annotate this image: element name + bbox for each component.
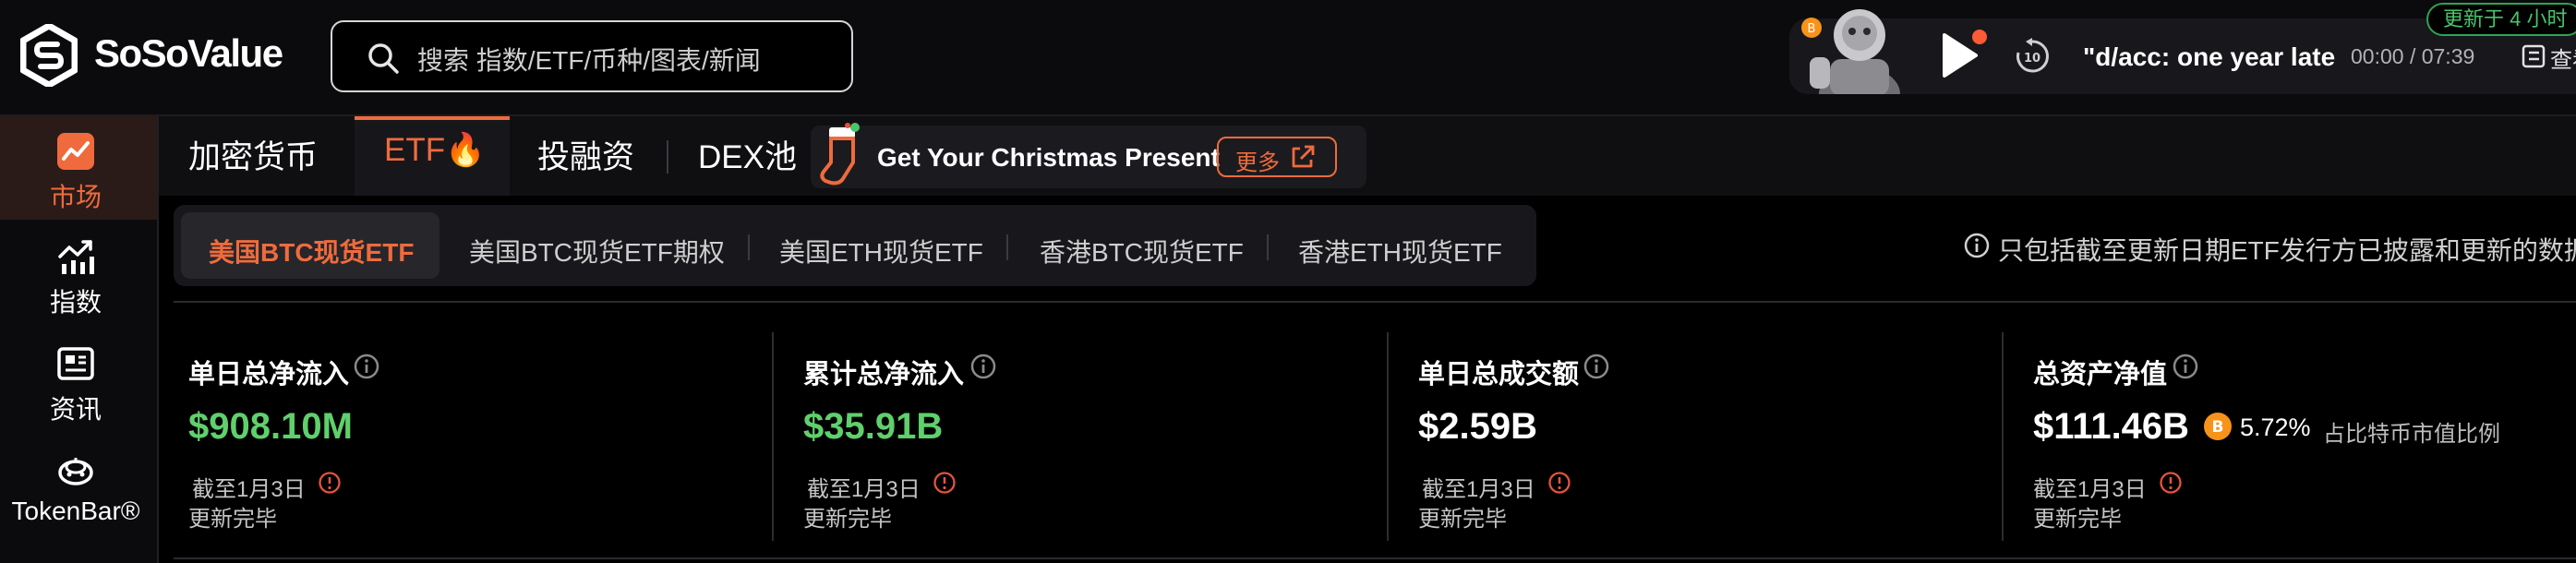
search-icon — [366, 41, 401, 76]
tokenbar-icon — [55, 450, 96, 491]
card-date: 截至1月3日 — [1422, 477, 1535, 502]
view-all-link[interactable]: 查看 — [2550, 42, 2576, 74]
card-title-total-net-assets: 总资产净值 — [2033, 360, 2168, 389]
news-icon — [55, 343, 96, 384]
more-button-label[interactable]: 更多 — [1235, 144, 1280, 176]
alert-info-icon[interactable] — [318, 471, 342, 495]
daily-total-volume-value: $2.59B — [1418, 406, 1537, 447]
subtab-us-btc-spot-etf[interactable]: 美国BTC现货ETF — [209, 233, 414, 270]
sidebar-item-market[interactable]: 市场 — [0, 116, 157, 220]
btc-market-cap-ratio: 5.72% — [2240, 413, 2311, 441]
info-icon — [1963, 232, 1991, 259]
btc-market-cap-ratio-label: 占比特币市值比例 — [2323, 422, 2500, 447]
disclosure-note: 只包括截至更新日期ETF发行方已披露和更新的数据 — [1998, 236, 2576, 265]
sidebar-item-label: 资讯 — [49, 395, 102, 424]
card-date: 截至1月3日 — [807, 477, 921, 502]
alert-info-icon[interactable] — [1547, 471, 1571, 495]
nav-divider — [667, 140, 668, 174]
subtab-hk-eth-spot-etf[interactable]: 香港ETH现货ETF — [1298, 233, 1502, 270]
alert-info-icon[interactable] — [933, 471, 957, 495]
rewind-10-icon[interactable]: 10 — [2013, 37, 2052, 76]
cumulative-net-inflow-value: $35.91B — [803, 406, 944, 447]
chart-trend-icon — [55, 131, 96, 172]
sidebar-item-label: 指数 — [49, 288, 102, 317]
card-status: 更新完毕 — [803, 507, 892, 532]
card-divider — [772, 332, 774, 541]
info-icon[interactable] — [969, 353, 997, 380]
info-icon[interactable] — [353, 353, 380, 380]
sosovalue-logo-icon[interactable] — [19, 22, 78, 89]
subtab-us-btc-spot-etf-options[interactable]: 美国BTC现货ETF期权 — [469, 233, 725, 270]
sidebar-item-news[interactable]: 资讯 — [0, 330, 157, 426]
sidebar-item-label: 市场 — [49, 183, 102, 211]
card-date: 截至1月3日 — [192, 477, 306, 502]
brand-name[interactable]: SoSoValue — [94, 31, 283, 76]
svg-text:B: B — [1808, 22, 1816, 36]
card-date: 截至1月3日 — [2033, 477, 2147, 502]
sidebar-item-tokenbar[interactable]: TokenBar® — [0, 437, 157, 533]
index-chart-icon — [55, 236, 96, 277]
search-input[interactable]: 搜索 指数/ETF/币种/图表/新闻 — [417, 41, 761, 78]
external-link-icon[interactable] — [1289, 144, 1317, 170]
search-box[interactable]: 搜索 指数/ETF/币种/图表/新闻 — [331, 20, 853, 92]
tab-etf[interactable]: ETF🔥 — [384, 131, 486, 169]
total-net-assets-value: $111.46B — [2033, 406, 2190, 447]
tab-dex-pools[interactable]: DEX池 — [698, 131, 797, 178]
card-divider — [2002, 332, 2004, 541]
list-icon[interactable] — [2521, 43, 2546, 69]
svg-text:B: B — [2212, 418, 2224, 437]
update-badge: 更新于 4 小时 — [2426, 3, 2576, 36]
podcast-title[interactable]: "d/acc: one year late — [2083, 42, 2335, 72]
live-indicator-dot — [1972, 30, 1987, 44]
section-divider — [174, 557, 2576, 559]
subtab-us-eth-spot-etf[interactable]: 美国ETH现货ETF — [779, 233, 983, 270]
card-divider — [1387, 332, 1389, 541]
sub-tab-divider — [1267, 234, 1269, 260]
card-title-cumulative-net-inflow: 累计总净流入 — [803, 360, 965, 389]
card-status: 更新完毕 — [1418, 507, 1507, 532]
main-nav — [159, 116, 2576, 196]
alert-info-icon[interactable] — [2159, 471, 2183, 495]
sub-tab-divider — [748, 234, 750, 260]
sidebar-item-label: TokenBar® — [11, 497, 140, 525]
section-divider — [174, 301, 2576, 303]
podcast-avatar: B — [1793, 2, 1911, 122]
bitcoin-icon: B — [2203, 412, 2233, 441]
card-status: 更新完毕 — [188, 507, 277, 532]
tab-crypto[interactable]: 加密货币 — [188, 131, 318, 178]
promo-text[interactable]: Get Your Christmas Present — [877, 143, 1220, 173]
podcast-time: 00:00 / 07:39 — [2351, 44, 2475, 68]
sidebar-item-index[interactable]: 指数 — [0, 225, 157, 321]
subtab-hk-btc-spot-etf[interactable]: 香港BTC现货ETF — [1040, 233, 1244, 270]
info-icon[interactable] — [1583, 353, 1610, 380]
card-title-daily-total-volume: 单日总成交额 — [1418, 360, 1580, 389]
info-icon[interactable] — [2172, 353, 2199, 380]
card-status: 更新完毕 — [2033, 507, 2122, 532]
svg-text:10: 10 — [2024, 52, 2040, 66]
daily-net-inflow-value: $908.10M — [188, 406, 353, 447]
sub-tab-divider — [1006, 234, 1008, 260]
card-title-daily-net-inflow: 单日总净流入 — [188, 360, 350, 389]
tab-funding[interactable]: 投融资 — [537, 131, 634, 178]
christmas-stocking-icon — [816, 122, 868, 190]
